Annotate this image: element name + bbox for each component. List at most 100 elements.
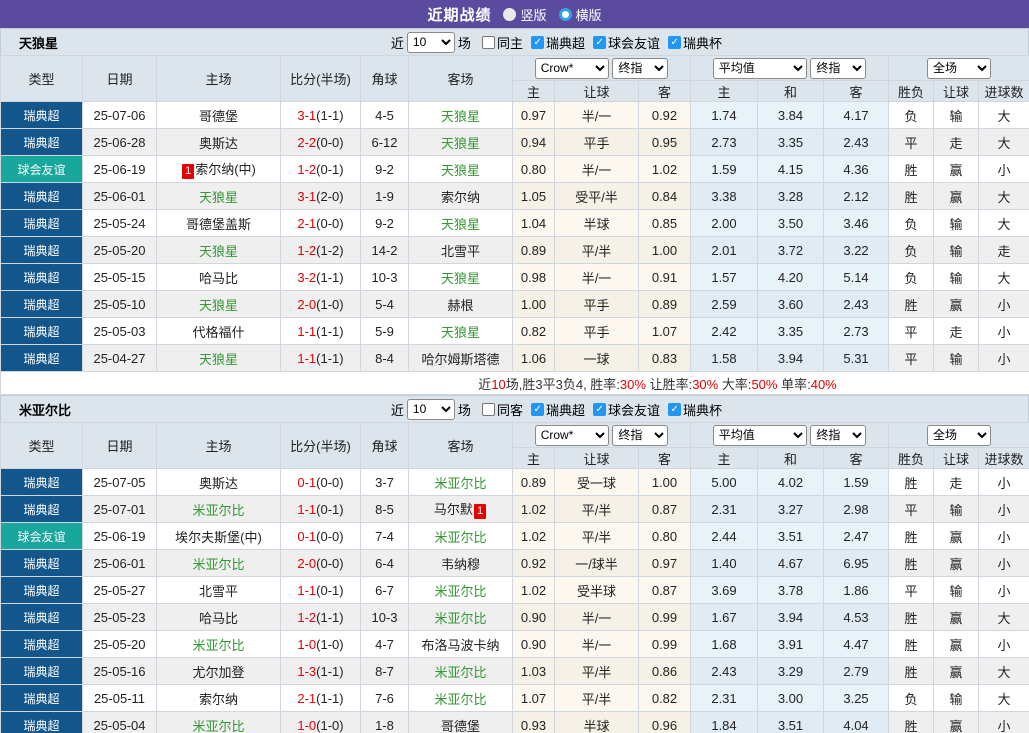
same-venue-checkbox[interactable]: 同客 [481, 400, 523, 419]
match-row: 瑞典超 25-07-06 哥德堡 3-1(1-1) 4-5 天狼星 0.97 半/一 0.92 1… [0, 101, 1029, 129]
match-row: 瑞典超 25-06-01 米亚尔比 2-0(0-0) 6-4 韦纳穆 0.92 一/球半 0.9… [0, 549, 1029, 577]
result-wdl-cell: 平 [888, 495, 935, 523]
final-odds-select[interactable]: 终指 [810, 57, 867, 79]
result-handicap-cell: 输 [933, 684, 980, 712]
checkbox-checked-icon [530, 35, 544, 49]
summary-text: 大率: [718, 376, 752, 392]
filter-bar-1: 天狼星 近 10 场 同主 瑞典超 球会友谊 [0, 28, 1029, 55]
league-checkbox-cup[interactable]: 瑞典杯 [667, 400, 722, 419]
league-label: 瑞典超 [545, 35, 585, 51]
halftime-score: (0-1) [316, 582, 344, 598]
asia-odds-cell: 1.04 [512, 209, 555, 237]
halftime-score: (1-1) [316, 269, 344, 285]
average-odds-select[interactable]: 平均值 [712, 424, 807, 446]
col-euro-home: 主 [690, 447, 758, 469]
asia-odds-cell: 0.90 [512, 603, 555, 631]
match-count-select[interactable]: 10 [406, 31, 455, 53]
home-team-cell: 米亚尔比 [156, 630, 281, 658]
euro-odds-cell: 2.98 [822, 495, 890, 523]
matches-table-2: 类型 日期 主场 比分(半场) 角球 客场 Crow* 终指 平均值 终指 全场… [0, 422, 1029, 733]
col-euro-away: 客 [822, 80, 890, 102]
match-type-cell: 瑞典超 [0, 603, 83, 631]
score-cell: 2-1(0-0) [280, 209, 361, 237]
team-name-text: 北雪平 [198, 583, 238, 599]
date-cell: 25-05-11 [82, 684, 157, 712]
final-odds-select[interactable]: 终指 [810, 424, 867, 446]
team-name-text: 布洛马波卡纳 [421, 637, 500, 653]
euro-odds-cell: 3.29 [757, 657, 824, 685]
euro-odds-cell: 3.72 [757, 236, 824, 264]
league-checkbox-friendly[interactable]: 球会友谊 [592, 400, 660, 419]
fulltime-score: 2-0 [297, 296, 317, 312]
team-name-text: 天狼星 [198, 189, 238, 205]
team-name-text: 哈马比 [198, 270, 238, 286]
final-odds-select[interactable]: 终指 [612, 424, 669, 446]
match-row: 瑞典超 25-04-27 天狼星 1-1(1-1) 8-4 哈尔姆斯塔德 1.06 一球 0.8… [0, 344, 1029, 372]
asia-odds-cell: 0.80 [638, 522, 691, 550]
asia-odds-cell: 0.94 [512, 128, 555, 156]
fulltime-score: 0-1 [297, 474, 317, 490]
euro-odds-cell: 1.58 [690, 344, 758, 372]
col-res-wdl: 胜负 [888, 80, 935, 102]
euro-odds-cell: 2.43 [822, 128, 890, 156]
away-team-cell: 哈尔姆斯塔德 [408, 344, 513, 372]
match-row: 球会友谊 25-06-19 1 索尔纳(中) 1-2(0-1) 9-2 天狼星 0.80 半/一… [0, 155, 1029, 183]
halftime-score: (1-1) [316, 107, 344, 123]
league-checkbox-allsvenskan[interactable]: 瑞典超 [530, 33, 585, 52]
checkbox-checked-icon [667, 402, 681, 416]
final-odds-select[interactable]: 终指 [612, 57, 669, 79]
team-name-text: 索尔纳 [198, 691, 238, 707]
fulltime-score: 1-3 [297, 663, 317, 679]
col-asia-home: 主 [512, 80, 555, 102]
match-count-select[interactable]: 10 [406, 398, 455, 420]
asia-odds-cell: 半/一 [554, 101, 639, 129]
euro-odds-cell: 1.57 [690, 263, 758, 291]
team-name-text: 天狼星 [198, 351, 238, 367]
result-wdl-cell: 胜 [888, 182, 935, 210]
result-handicap-cell: 走 [933, 317, 980, 345]
corner-cell: 5-4 [360, 290, 409, 318]
match-type-cell: 瑞典超 [0, 236, 83, 264]
match-type-cell: 瑞典超 [0, 684, 83, 712]
result-handicap-cell: 赢 [933, 630, 980, 658]
score-cell: 1-0(1-0) [280, 630, 361, 658]
col-euro-away: 客 [822, 447, 890, 469]
team-name-text: 哈马比 [198, 610, 238, 626]
bookmaker-select[interactable]: Crow* [534, 424, 609, 446]
result-goals-cell: 小 [978, 576, 1029, 604]
euro-odds-cell: 2.59 [690, 290, 758, 318]
away-team-cell: 索尔纳 [408, 182, 513, 210]
home-team-cell: 埃尔夫斯堡(中) [156, 522, 281, 550]
corner-cell: 8-4 [360, 344, 409, 372]
same-venue-checkbox[interactable]: 同主 [481, 33, 523, 52]
layout-radio-vertical[interactable]: 竖版 [503, 5, 547, 24]
halftime-score: (0-0) [316, 528, 344, 544]
euro-odds-cell: 1.40 [690, 549, 758, 577]
league-label: 球会友谊 [607, 402, 660, 418]
asia-odds-cell: 0.87 [638, 495, 691, 523]
col-corner: 角球 [360, 422, 409, 469]
result-handicap-cell: 赢 [933, 522, 980, 550]
team-name-text: 米亚尔比 [434, 475, 487, 491]
team-name-text: 北雪平 [440, 243, 480, 259]
euro-odds-cell: 3.35 [757, 317, 824, 345]
bookmaker-select[interactable]: Crow* [534, 57, 609, 79]
euro-odds-cell: 3.22 [822, 236, 890, 264]
halftime-score: (0-1) [316, 161, 344, 177]
asia-odds-cell: 一/球半 [554, 549, 639, 577]
fulltime-select[interactable]: 全场 [927, 424, 992, 446]
team-name-text: 米亚尔比 [192, 502, 245, 518]
layout-radio-horizontal[interactable]: 横版 [558, 5, 602, 24]
league-checkbox-allsvenskan[interactable]: 瑞典超 [530, 400, 585, 419]
fulltime-select[interactable]: 全场 [927, 57, 992, 79]
date-cell: 25-05-20 [82, 630, 157, 658]
result-wdl-cell: 胜 [888, 155, 935, 183]
score-cell: 0-1(0-0) [280, 468, 361, 496]
league-checkbox-friendly[interactable]: 球会友谊 [592, 33, 660, 52]
euro-odds-cell: 3.35 [757, 128, 824, 156]
col-date: 日期 [82, 422, 157, 469]
average-odds-select[interactable]: 平均值 [712, 57, 807, 79]
league-checkbox-cup[interactable]: 瑞典杯 [667, 33, 722, 52]
euro-odds-cell: 4.02 [757, 468, 824, 496]
fulltime-score: 2-1 [297, 690, 317, 706]
